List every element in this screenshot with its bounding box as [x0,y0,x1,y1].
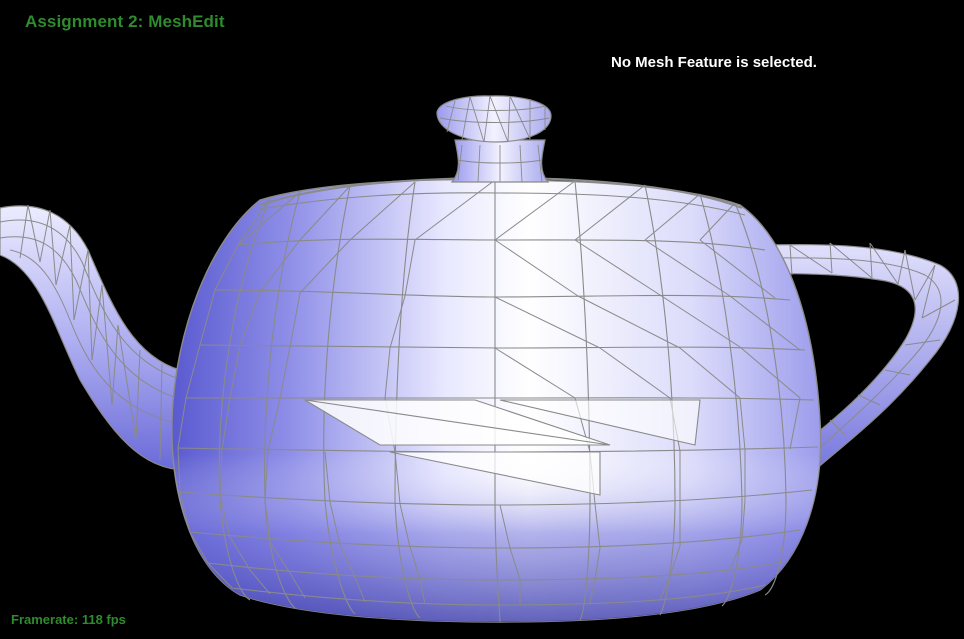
lid-knob [436,95,552,183]
teapot-mesh[interactable] [0,0,964,639]
mesh-viewport[interactable]: Assignment 2: MeshEdit No Mesh Feature i… [0,0,964,639]
app-title: Assignment 2: MeshEdit [25,12,225,31]
selection-status: No Mesh Feature is selected. [611,54,817,71]
framerate-value: 118 fps [81,612,126,627]
spout-surface [0,205,187,471]
framerate-label: Framerate: [11,612,79,627]
framerate-display: Framerate: 118 fps [11,612,126,627]
